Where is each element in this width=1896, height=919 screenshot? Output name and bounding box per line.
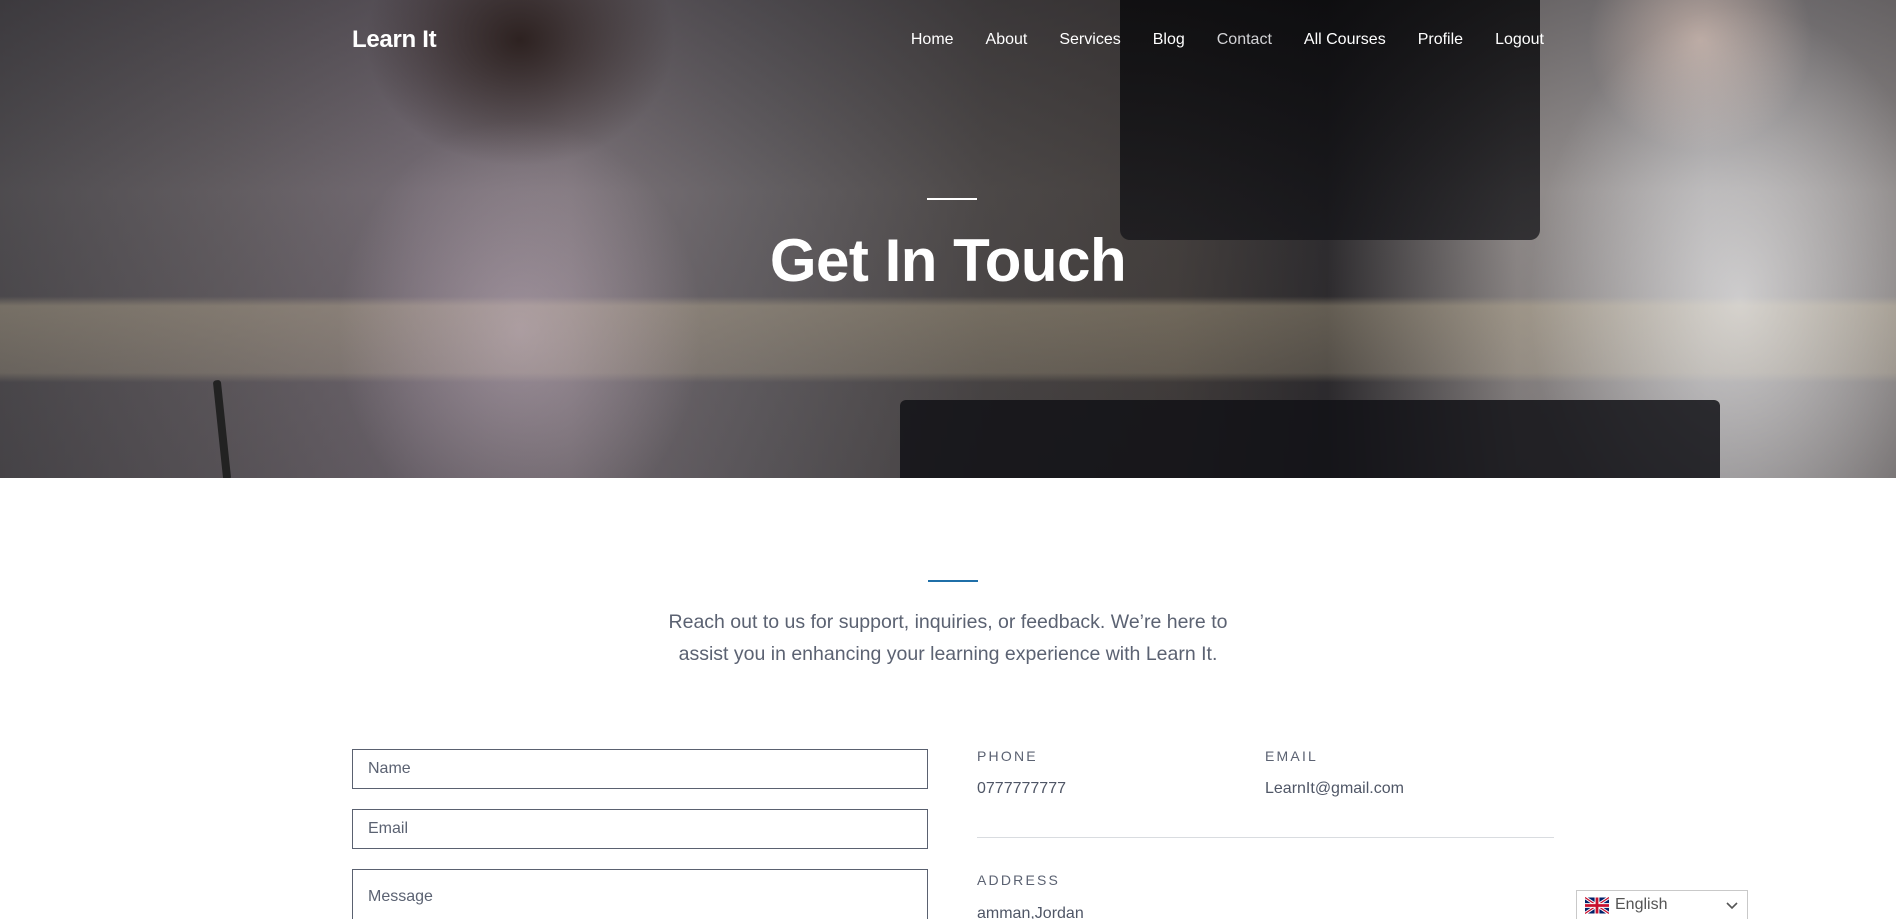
page-title: Get In Touch xyxy=(769,227,1127,294)
nav-contact[interactable]: Contact xyxy=(1217,31,1272,49)
info-divider xyxy=(977,837,1554,838)
hero-divider xyxy=(927,198,977,200)
phone-value: 0777777777 xyxy=(977,780,1066,797)
language-label: English xyxy=(1615,896,1668,913)
language-selector[interactable]: English xyxy=(1576,890,1748,919)
email-label: EMAIL xyxy=(1265,748,1319,764)
name-input[interactable] xyxy=(352,749,928,789)
nav-services[interactable]: Services xyxy=(1059,31,1120,49)
hero-photo-detail xyxy=(900,400,1720,478)
top-navigation: Learn It Home About Services Blog Contac… xyxy=(352,22,1544,58)
email-input[interactable] xyxy=(352,809,928,849)
address-label: ADDRESS xyxy=(977,872,1061,888)
intro-text: Reach out to us for support, inquiries, … xyxy=(668,611,1228,665)
nav-blog[interactable]: Blog xyxy=(1153,31,1185,49)
email-value: LearnIt@gmail.com xyxy=(1265,780,1404,797)
nav-profile[interactable]: Profile xyxy=(1418,31,1463,49)
uk-flag-icon xyxy=(1585,896,1609,914)
message-textarea[interactable] xyxy=(352,869,928,919)
phone-label: PHONE xyxy=(977,748,1038,764)
hero-photo-detail xyxy=(212,379,232,478)
nav-about[interactable]: About xyxy=(986,31,1028,49)
chevron-down-icon xyxy=(1725,898,1739,912)
main-menu: Home About Services Blog Contact All Cou… xyxy=(879,31,1544,49)
nav-home[interactable]: Home xyxy=(911,31,954,49)
site-logo[interactable]: Learn It xyxy=(352,26,437,54)
address-value: amman,Jordan xyxy=(977,905,1084,919)
nav-logout[interactable]: Logout xyxy=(1495,31,1544,49)
nav-all-courses[interactable]: All Courses xyxy=(1304,31,1386,49)
section-divider xyxy=(928,580,978,582)
